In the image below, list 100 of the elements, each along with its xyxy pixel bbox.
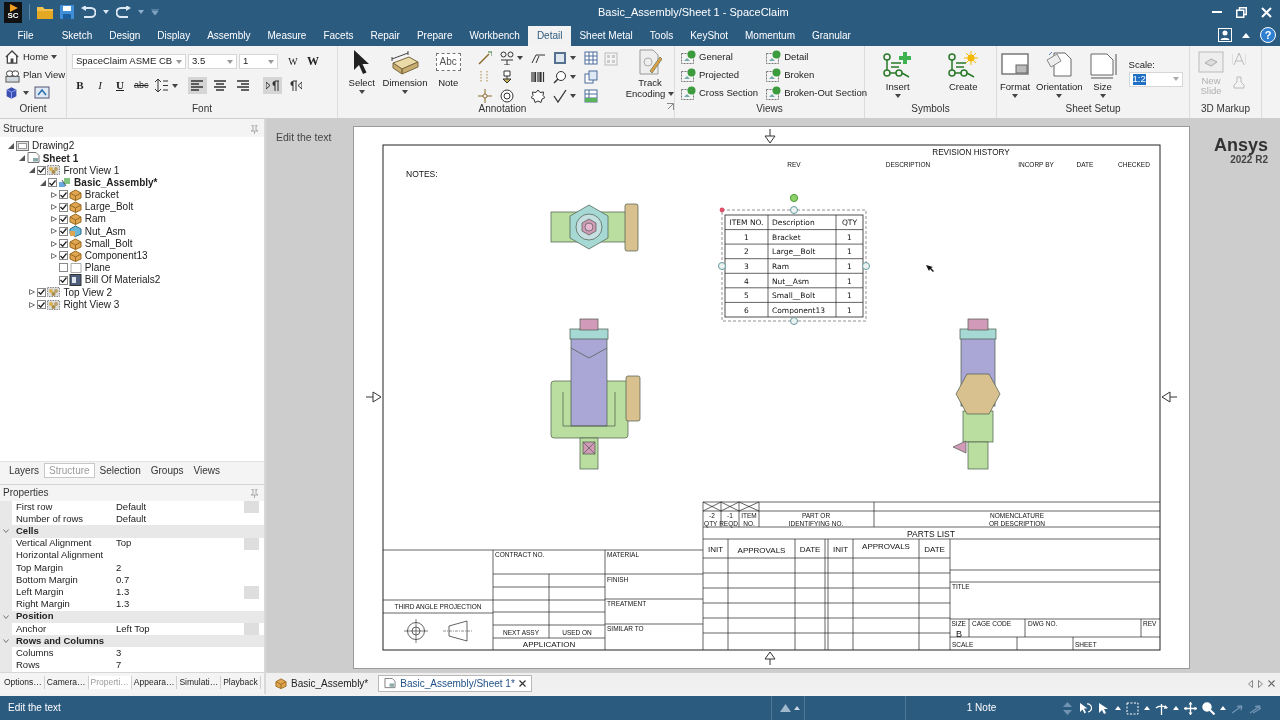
chevron-down-icon[interactable] [3, 529, 9, 534]
panel-tab[interactable]: Layers [4, 462, 44, 479]
visibility-checkbox[interactable] [37, 287, 47, 297]
caret-icon[interactable] [51, 55, 58, 59]
caret-icon[interactable] [171, 83, 178, 88]
line-spacing-select[interactable]: 1 [239, 54, 278, 69]
visibility-checkbox[interactable] [37, 165, 47, 175]
caret-icon[interactable] [894, 94, 901, 98]
panel-tab[interactable]: Groups [145, 462, 189, 479]
property-value[interactable]: Left Top [116, 623, 244, 635]
create-symbol-button[interactable]: Create [948, 48, 979, 103]
property-value[interactable]: 7 [116, 660, 244, 671]
spin-icon[interactable] [1155, 701, 1168, 715]
check-mark-icon[interactable] [553, 89, 567, 103]
dialog-launcher-icon[interactable] [667, 103, 674, 110]
text-width-button[interactable]: W [285, 53, 301, 70]
caret-icon[interactable] [1012, 94, 1019, 98]
rotate-handle-icon[interactable] [789, 193, 799, 203]
panel-tab[interactable]: Camera… [44, 675, 89, 690]
restore-icon[interactable] [1236, 6, 1247, 18]
select-button[interactable]: Select [344, 46, 380, 103]
help-button[interactable]: ? [1260, 27, 1276, 43]
save-icon[interactable] [60, 5, 74, 19]
close-icon[interactable] [518, 680, 526, 687]
text-direction-button[interactable] [262, 77, 282, 94]
visibility-checkbox[interactable] [37, 300, 47, 310]
dimension-button[interactable]: Dimension [381, 46, 429, 103]
resize-handle-icon[interactable] [862, 262, 870, 270]
scroll-left-icon[interactable] [1248, 679, 1253, 688]
ribbon-tab[interactable]: Sheet Metal [570, 26, 642, 46]
property-value[interactable]: 1.3 [116, 599, 244, 611]
visibility-checkbox[interactable] [58, 275, 68, 285]
caret-icon[interactable] [570, 75, 576, 79]
font-select[interactable]: SpaceClaim ASME CB [72, 54, 186, 69]
view-button[interactable]: General [681, 48, 759, 66]
strike-button[interactable]: abc [132, 77, 151, 94]
tree-item[interactable]: Front View 1 [63, 164, 120, 177]
user-icon[interactable] [1218, 28, 1232, 42]
chevron-down-icon[interactable] [3, 639, 9, 644]
redo-icon[interactable] [116, 6, 131, 18]
anchor-point-icon[interactable] [719, 207, 725, 213]
property-value[interactable]: 3 [116, 647, 244, 659]
tree-item[interactable]: Bracket [84, 189, 119, 201]
visibility-checkbox[interactable] [58, 190, 68, 200]
visibility-checkbox[interactable] [58, 202, 68, 212]
triangle-up-icon[interactable] [780, 704, 791, 712]
scroll-right-icon[interactable] [1258, 679, 1263, 688]
collapsed-arrow-icon[interactable] [29, 289, 36, 296]
caret-icon[interactable] [1173, 706, 1179, 710]
collapsed-arrow-icon[interactable] [50, 252, 57, 259]
customize-caret-icon[interactable] [151, 9, 159, 15]
datum-target-icon[interactable] [500, 70, 514, 84]
ribbon-tab[interactable]: Repair [361, 26, 409, 46]
caret-icon[interactable] [517, 56, 523, 60]
panel-tab[interactable]: Views [188, 462, 226, 479]
view-frame-icon[interactable] [34, 86, 50, 100]
tree-item[interactable]: Top View 2 [63, 286, 113, 299]
cube-icon[interactable] [5, 86, 18, 100]
collapsed-arrow-icon[interactable] [50, 240, 57, 247]
expanded-arrow-icon[interactable] [29, 167, 36, 174]
concentric-circles-icon[interactable] [500, 89, 514, 103]
panel-tab[interactable]: Selection [94, 462, 146, 479]
caret-icon[interactable] [402, 90, 408, 94]
resize-handle-icon[interactable] [790, 317, 798, 325]
view-button[interactable]: Detail [766, 48, 868, 66]
magnifier-icon[interactable] [553, 70, 567, 84]
barcode-icon[interactable] [531, 70, 545, 84]
note-button[interactable]: Abc Note [430, 46, 466, 103]
table-grid-icon[interactable] [584, 51, 598, 65]
leader-icon[interactable] [478, 51, 492, 65]
tree-item[interactable]: Small_Bolt [84, 237, 133, 250]
datum-icon[interactable] [500, 51, 514, 65]
view-button[interactable]: Broken [766, 66, 868, 84]
panel-tab[interactable]: Playback [221, 675, 261, 690]
panel-tab[interactable]: Appeara… [131, 675, 178, 690]
document-tab[interactable]: Basic_Assembly* [269, 675, 375, 692]
caret-icon[interactable] [570, 94, 576, 98]
tree-item[interactable]: Large_Bolt [84, 201, 134, 213]
orientation-button[interactable]: Orientation [1036, 48, 1083, 103]
ribbon-tab[interactable]: Workbench [460, 26, 529, 46]
view-button[interactable]: Cross Section [681, 84, 759, 102]
property-value[interactable]: 2 [116, 562, 244, 574]
panel-tab[interactable]: Options… [2, 675, 45, 690]
ribbon-tab[interactable]: KeyShot [681, 26, 737, 46]
view-button[interactable]: Projected [681, 66, 759, 84]
collapsed-arrow-icon[interactable] [50, 216, 57, 223]
insert-symbol-button[interactable]: Insert [882, 48, 913, 103]
visibility-checkbox[interactable] [58, 226, 68, 236]
folder-icon[interactable] [37, 5, 53, 19]
visibility-checkbox[interactable] [48, 178, 58, 188]
caret-icon[interactable] [358, 90, 365, 94]
document-tab[interactable]: Basic_Assembly/Sheet 1* [378, 675, 532, 692]
caret-icon[interactable] [668, 91, 675, 96]
note-frame-icon[interactable] [553, 51, 567, 65]
underline-button[interactable]: U [112, 77, 128, 94]
ribbon-tab[interactable]: Detail [528, 26, 571, 46]
tree-item[interactable]: Drawing2 [32, 140, 75, 152]
table-stack-icon[interactable] [584, 70, 598, 84]
visibility-checkbox[interactable] [58, 239, 68, 249]
expanded-arrow-icon[interactable] [18, 155, 25, 162]
